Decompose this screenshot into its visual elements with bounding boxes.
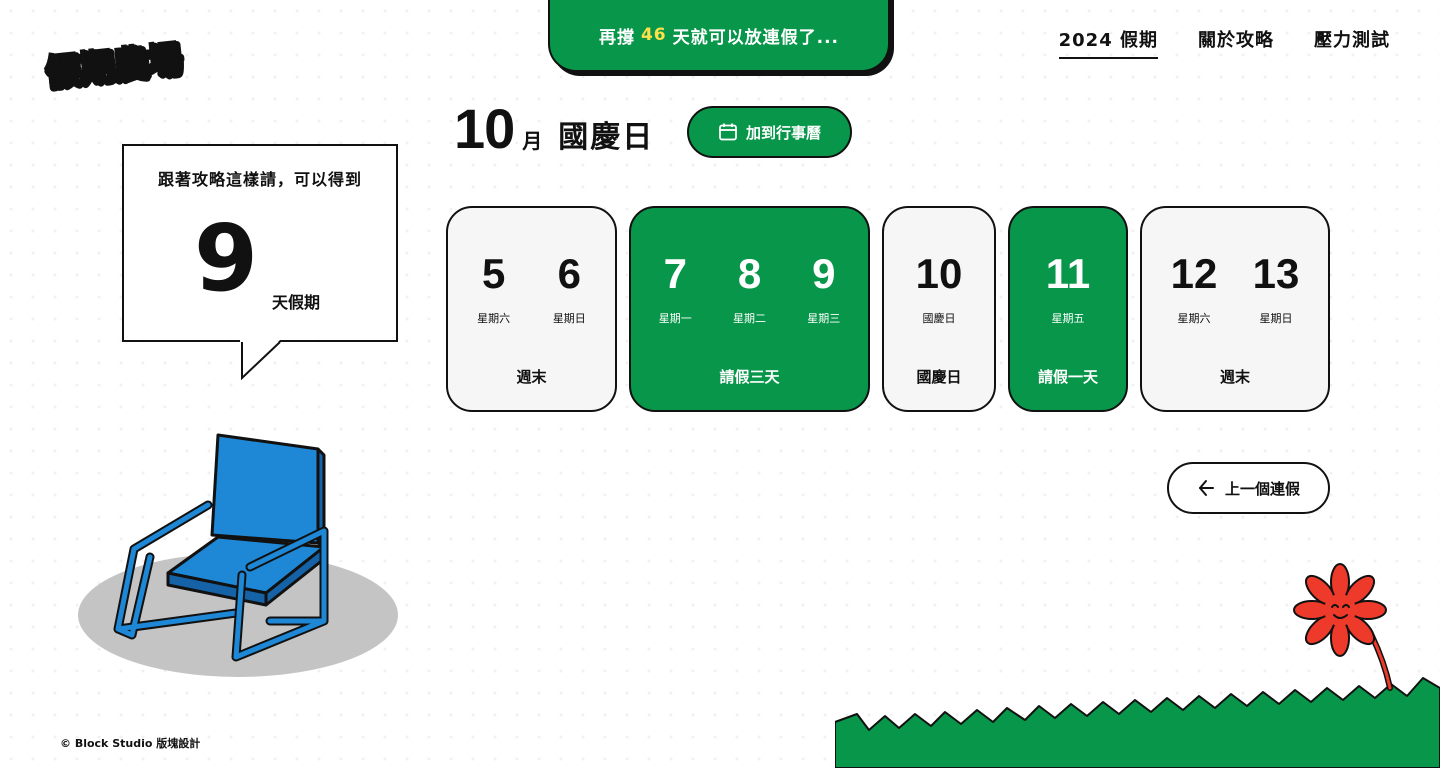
day-weekday: 星期日 (1259, 312, 1293, 325)
day-card-weekend: 12 星期六 13 星期日 週末 (1140, 206, 1330, 412)
day-card-weekend: 5 星期六 6 星期日 週末 (446, 206, 617, 412)
month-number: 10 (454, 97, 515, 160)
card-label: 國慶日 (916, 368, 962, 386)
holiday-title: 10 月 國慶日 (454, 100, 654, 158)
day-card-leave: 11 星期五 請假一天 (1008, 206, 1128, 412)
bubble-tail (240, 340, 281, 380)
day-cell: 8 星期二 (720, 252, 780, 326)
summary-lead: 跟著攻略這樣請，可以得到 (157, 170, 362, 189)
day-cell: 10 國慶日 (909, 252, 969, 326)
day-cell: 7 星期一 (645, 252, 705, 326)
day-weekday: 星期三 (807, 312, 841, 325)
day-number: 5 (481, 250, 506, 297)
card-label: 週末 (516, 368, 547, 386)
footer-copyright: © Block Studio 版塊設計 (60, 737, 201, 750)
add-to-calendar-button[interactable]: 加到行事曆 (687, 106, 852, 158)
card-label: 週末 (1219, 368, 1250, 386)
day-number: 11 (1045, 250, 1091, 297)
day-card-holiday: 10 國慶日 國慶日 (882, 206, 996, 412)
countdown-prefix: 再撐 (598, 27, 635, 48)
chair-illustration (78, 433, 398, 677)
day-cell: 6 星期日 (539, 252, 599, 326)
day-number: 6 (557, 250, 581, 297)
day-number: 9 (812, 250, 836, 297)
site-logo[interactable]: 假期農場 假期農場 (40, 28, 205, 92)
calendar-icon (719, 123, 737, 141)
day-weekday: 國慶日 (922, 312, 956, 325)
nav-2024-holidays[interactable]: 2024 假期 (1058, 26, 1158, 59)
day-cell: 9 星期三 (794, 252, 854, 326)
previous-holiday-label: 上一個連假 (1224, 479, 1300, 498)
holiday-name: 國慶日 (558, 120, 655, 155)
day-number: 12 (1170, 250, 1218, 297)
summary-total-days: 9 (194, 205, 259, 312)
day-weekday: 星期一 (658, 312, 692, 325)
nav-stress-test[interactable]: 壓力測試 (1314, 26, 1390, 59)
day-cell: 12 星期六 (1164, 252, 1224, 326)
day-weekday: 星期六 (1177, 312, 1211, 325)
day-cell: 11 星期五 (1038, 252, 1098, 326)
card-label: 請假三天 (719, 368, 780, 386)
day-number: 10 (915, 250, 963, 297)
main-nav: 2024 假期 關於攻略 壓力測試 (1058, 26, 1390, 59)
previous-holiday-button[interactable]: 上一個連假 (1167, 462, 1330, 514)
countdown-suffix: 天就可以放連假了... (672, 27, 840, 48)
day-number: 8 (737, 250, 762, 297)
summary-bubble: 跟著攻略這樣請，可以得到 9 天假期 (122, 144, 398, 342)
flower-illustration (1293, 563, 1393, 691)
day-cell: 13 星期日 (1246, 252, 1306, 326)
day-card-leave: 7 星期一 8 星期二 9 星期三 請假三天 (629, 206, 870, 412)
countdown-banner: 再撐 46 天就可以放連假了... (548, 0, 890, 72)
nav-about-guide[interactable]: 關於攻略 (1198, 26, 1274, 59)
month-unit: 月 (522, 129, 543, 153)
day-number: 7 (663, 250, 687, 297)
arrow-left-icon (1198, 480, 1214, 496)
card-label: 請假一天 (1037, 368, 1098, 386)
day-cell: 5 星期六 (464, 252, 524, 326)
day-weekday: 星期六 (477, 312, 511, 325)
summary-unit: 天假期 (272, 293, 321, 312)
day-weekday: 星期五 (1051, 312, 1085, 325)
add-to-calendar-label: 加到行事曆 (745, 123, 821, 142)
day-weekday: 星期二 (733, 312, 766, 325)
day-number: 13 (1252, 250, 1300, 297)
svg-text:假期農場: 假期農場 (43, 38, 182, 92)
day-weekday: 星期日 (552, 312, 586, 325)
countdown-days: 46 (640, 25, 667, 45)
